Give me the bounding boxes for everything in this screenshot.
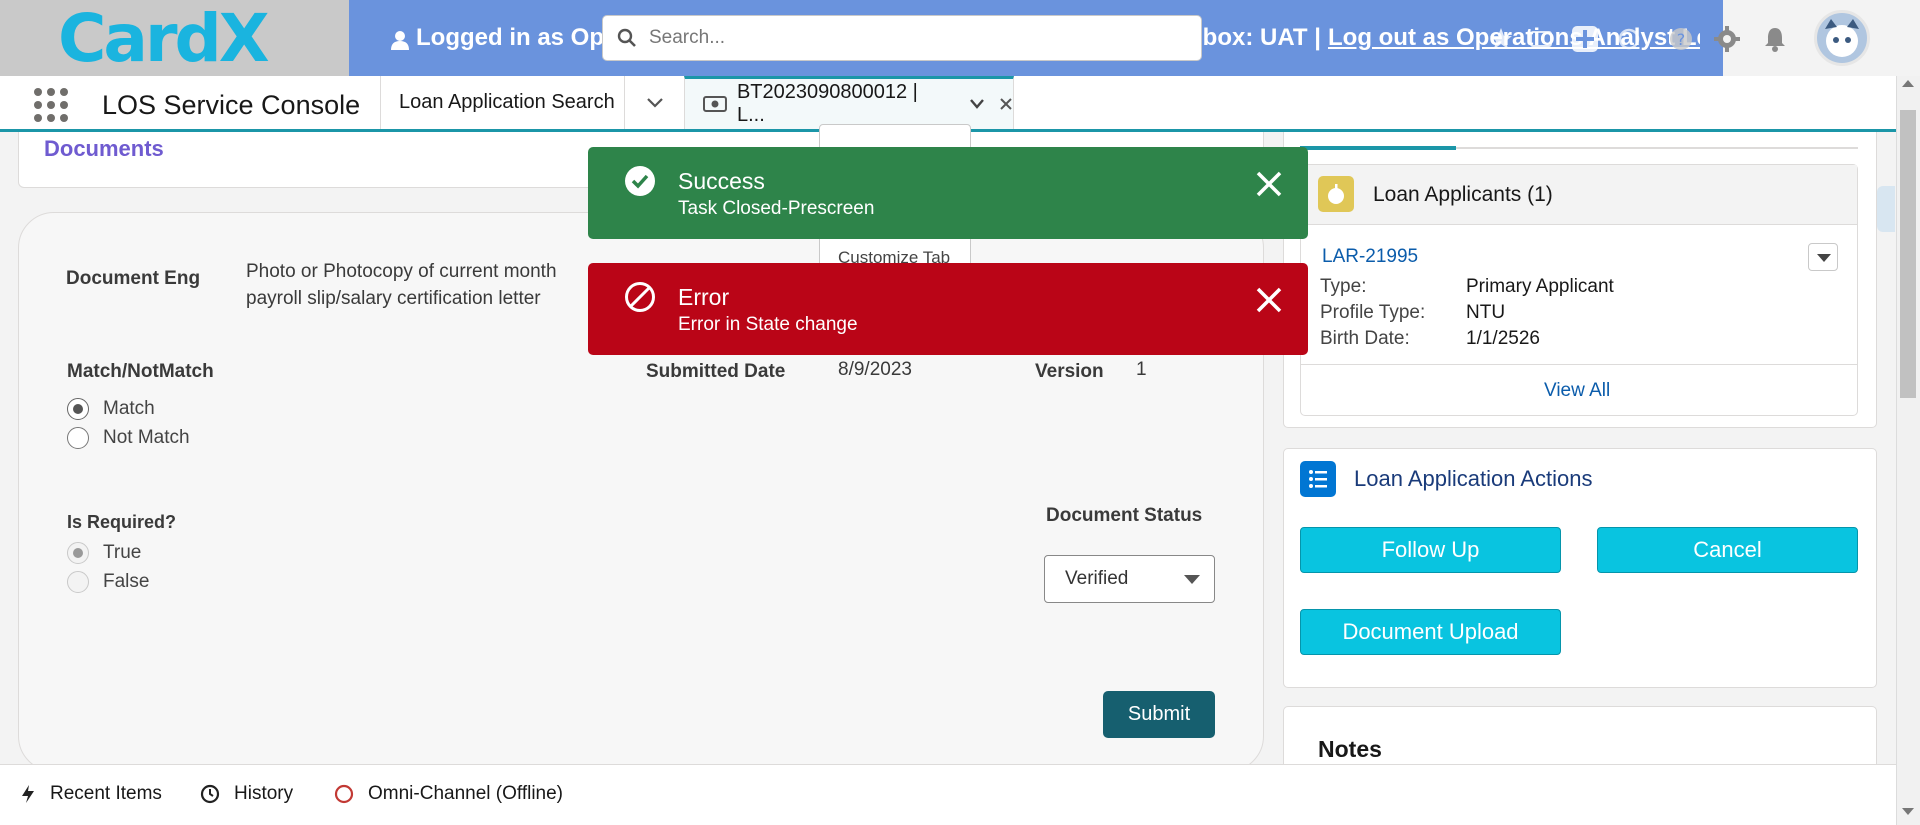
radio-true-input <box>67 541 89 564</box>
money-icon <box>703 96 727 112</box>
version-label: Version <box>1035 361 1104 382</box>
document-status-select[interactable]: Verified <box>1044 555 1215 603</box>
app-name: LOS Service Console <box>102 90 361 120</box>
birth-date-label: Birth Date: <box>1320 328 1410 349</box>
user-icon <box>391 31 409 50</box>
actions-list-icon <box>1300 461 1336 497</box>
cancel-button[interactable]: Cancel <box>1597 527 1858 573</box>
close-icon[interactable] <box>1252 283 1286 317</box>
actions-title: Loan Application Actions <box>1354 466 1593 491</box>
applicant-row-menu-icon[interactable] <box>1808 243 1838 271</box>
error-toast-title: Error <box>678 284 730 310</box>
setup-gear-icon[interactable] <box>1712 24 1742 54</box>
loan-applicants-title[interactable]: Loan Applicants (1) <box>1373 183 1553 207</box>
document-eng-value-line2: payroll slip/salary certification letter <box>246 288 541 309</box>
svg-text:?: ? <box>1677 30 1686 49</box>
clock-icon <box>200 784 220 804</box>
favorites-star-icon[interactable] <box>1486 24 1516 54</box>
view-all-link[interactable]: View All <box>1544 380 1610 402</box>
success-toast-message: Task Closed-Prescreen <box>678 198 875 219</box>
version-value: 1 <box>1136 359 1147 380</box>
radio-not-match-input[interactable] <box>67 426 89 449</box>
favorites-list-icon[interactable] <box>1526 24 1556 54</box>
follow-up-button[interactable]: Follow Up <box>1300 527 1561 573</box>
logged-in-text: Logged in as Ope <box>416 24 618 51</box>
scrollbar-thumb[interactable] <box>1900 110 1916 398</box>
search-icon <box>617 28 636 47</box>
document-eng-label: Document Eng <box>66 268 201 289</box>
document-status-label: Document Status <box>1046 505 1203 526</box>
radio-false-input <box>67 570 89 593</box>
applicant-icon <box>1318 176 1354 212</box>
radio-not-match[interactable]: Not Match <box>67 423 190 452</box>
error-toast: Error Error in State change <box>588 263 1308 355</box>
nav-menu-chevron-icon[interactable] <box>624 76 684 129</box>
sandbox-text: lbox: UAT | <box>1196 24 1321 51</box>
close-icon[interactable] <box>1252 167 1286 201</box>
match-notmatch-label: Match/NotMatch <box>67 361 214 382</box>
error-toast-message: Error in State change <box>678 314 858 335</box>
tab-chevron-down-icon[interactable] <box>969 98 985 110</box>
help-icon[interactable]: ? <box>1666 24 1696 54</box>
type-label: Type: <box>1320 276 1367 297</box>
global-search[interactable] <box>602 15 1202 61</box>
lightning-icon <box>22 785 34 803</box>
divider <box>1301 364 1857 365</box>
birth-date-value: 1/1/2526 <box>1466 328 1540 349</box>
radio-match[interactable]: Match <box>67 394 155 423</box>
document-upload-button[interactable]: Document Upload <box>1300 609 1561 655</box>
notifications-bell-icon[interactable] <box>1760 24 1790 54</box>
documents-title: Documents <box>44 136 164 161</box>
notes-title: Notes <box>1318 736 1382 762</box>
search-input[interactable] <box>649 27 1169 49</box>
utility-recent-items[interactable]: Recent Items <box>20 783 162 805</box>
submitted-date-value: 8/9/2023 <box>838 359 912 380</box>
scroll-up-icon[interactable] <box>1902 80 1914 87</box>
global-actions-plus-icon[interactable] <box>1570 24 1600 54</box>
utility-omni-channel[interactable]: Omni-Channel (Offline) <box>334 783 563 805</box>
radio-false: False <box>67 567 149 596</box>
app-launcher-icon[interactable] <box>34 88 68 122</box>
user-avatar[interactable] <box>1814 10 1870 66</box>
related-tab-active[interactable] <box>1300 146 1456 150</box>
tab-loan-application-record[interactable]: BT2023090800012 | L... <box>684 76 1014 129</box>
submitted-date-label: Submitted Date <box>646 361 786 382</box>
radio-true: True <box>67 538 141 567</box>
cardx-logo: CardX <box>58 0 270 77</box>
error-ban-icon <box>625 282 655 312</box>
document-eng-value-line1: Photo or Photocopy of current month <box>246 261 557 282</box>
type-value: Primary Applicant <box>1466 276 1614 297</box>
side-panel-toggle[interactable] <box>1877 186 1895 232</box>
offline-status-icon <box>334 784 354 804</box>
submit-button[interactable]: Submit <box>1103 691 1215 738</box>
utility-history[interactable]: History <box>200 783 293 805</box>
tab-close-icon[interactable] <box>999 97 1013 111</box>
is-required-label: Is Required? <box>67 512 177 532</box>
radio-match-input[interactable] <box>67 397 89 420</box>
success-toast-title: Success <box>678 168 765 194</box>
profile-type-value: NTU <box>1466 302 1506 323</box>
scroll-down-icon[interactable] <box>1902 808 1914 815</box>
success-check-icon <box>625 166 655 196</box>
select-caret-icon <box>1184 575 1200 584</box>
profile-type-label: Profile Type: <box>1320 302 1426 323</box>
applicant-record-link[interactable]: LAR-21995 <box>1322 246 1418 268</box>
success-toast: Success Task Closed-Prescreen <box>588 147 1308 239</box>
tab-loan-application-search[interactable]: Loan Application Search <box>380 76 624 129</box>
trailhead-icon[interactable] <box>1614 24 1644 54</box>
